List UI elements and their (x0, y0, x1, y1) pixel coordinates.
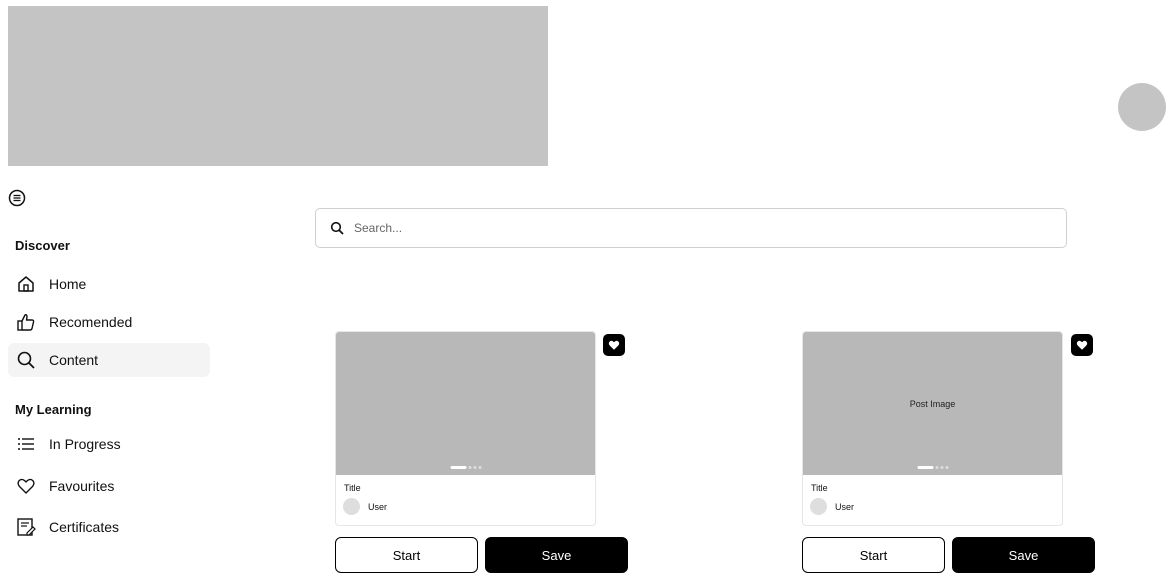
sidebar-item-label: In Progress (49, 436, 121, 452)
search-bar[interactable] (315, 208, 1067, 248)
user-avatar (810, 498, 827, 515)
content-card[interactable]: Title User (335, 331, 596, 526)
favourite-button[interactable] (603, 334, 625, 356)
save-button[interactable]: Save (952, 537, 1095, 573)
sidebar-item-label: Certificates (49, 519, 120, 535)
sidebar-item-certificates[interactable]: Certificates (8, 510, 210, 544)
sidebar-item-label: Home (49, 276, 87, 292)
user-avatar (343, 498, 360, 515)
start-button[interactable]: Start (335, 537, 478, 573)
sidebar-item-recomended[interactable]: Recomended (8, 305, 210, 339)
heart-icon (608, 339, 620, 351)
favourite-button[interactable] (1071, 334, 1093, 356)
card-title: Title (344, 483, 361, 493)
heart-icon (15, 475, 37, 497)
user-name: User (368, 501, 388, 512)
sidebar-item-label: Content (49, 352, 99, 368)
save-button[interactable]: Save (485, 537, 628, 573)
sidebar-item-in-progress[interactable]: In Progress (8, 427, 210, 461)
content-card[interactable]: Post Image Title User (802, 331, 1063, 526)
sidebar-item-favourites[interactable]: Favourites (8, 469, 210, 503)
post-image-label: Post Image (909, 398, 956, 409)
discover-heading: Discover (15, 238, 70, 253)
carousel-indicator[interactable] (450, 466, 481, 469)
sidebar-item-label: Recomended (49, 314, 133, 330)
card-user: User (343, 498, 595, 515)
user-name: User (835, 501, 855, 512)
start-button[interactable]: Start (802, 537, 945, 573)
my-learning-heading: My Learning (15, 402, 92, 417)
search-icon (15, 349, 37, 371)
certificate-icon (15, 516, 37, 538)
carousel-indicator[interactable] (917, 466, 948, 469)
search-icon (330, 221, 344, 235)
post-image: Post Image (803, 332, 1062, 475)
sidebar-item-label: Favourites (49, 478, 115, 494)
thumbs-up-icon (15, 311, 37, 333)
profile-avatar[interactable] (1118, 83, 1166, 131)
home-icon (15, 273, 37, 295)
heart-icon (1076, 339, 1088, 351)
post-image (336, 332, 595, 475)
menu-icon[interactable] (8, 189, 26, 207)
banner-image-placeholder (8, 6, 548, 166)
card-user: User (810, 498, 1062, 515)
sidebar-item-content[interactable]: Content (8, 343, 210, 377)
card-title: Title (811, 483, 828, 493)
sidebar-item-home[interactable]: Home (8, 267, 210, 301)
list-icon (15, 433, 37, 455)
search-input[interactable] (352, 220, 1036, 236)
